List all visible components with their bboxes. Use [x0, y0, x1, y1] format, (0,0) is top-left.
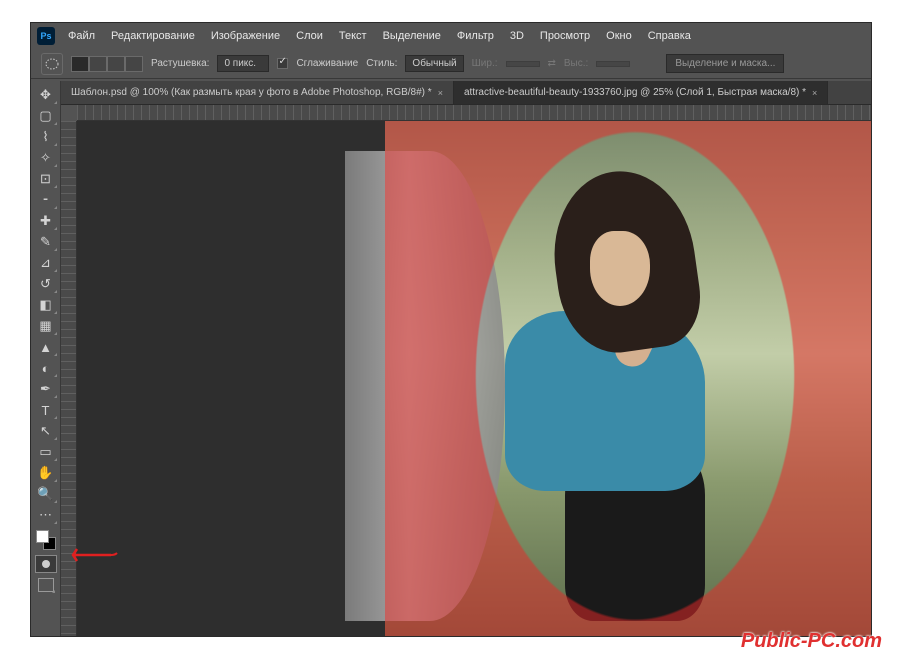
ps-logo: Ps	[37, 27, 55, 45]
style-dropdown[interactable]: Обычный	[405, 55, 463, 72]
antialias-label: Сглаживание	[296, 58, 358, 69]
crop-tool[interactable]: ⊡	[34, 169, 58, 189]
menu-view[interactable]: Просмотр	[533, 27, 597, 45]
menu-file[interactable]: Файл	[61, 27, 102, 45]
tab-label: Шаблон.psd @ 100% (Как размыть края у фо…	[71, 87, 432, 98]
quick-mask-overlay	[385, 121, 871, 636]
menu-layer[interactable]: Слои	[289, 27, 330, 45]
ruler-vertical[interactable]	[61, 121, 77, 636]
quick-mask-toggle[interactable]	[35, 555, 57, 573]
select-and-mask-button[interactable]: Выделение и маска...	[666, 54, 784, 73]
menu-3d[interactable]: 3D	[503, 27, 531, 45]
path-select-tool[interactable]: ↖	[34, 421, 58, 441]
brush-tool[interactable]: ✎	[34, 232, 58, 252]
edit-toolbar-tool[interactable]: ⋯	[34, 505, 58, 525]
blur-tool[interactable]: ▲	[34, 337, 58, 357]
move-tool[interactable]: ✥	[34, 85, 58, 105]
marquee-tool[interactable]: ▢	[34, 106, 58, 126]
lasso-tool[interactable]: ⌇	[34, 127, 58, 147]
watermark: Public-PC.com	[741, 630, 882, 653]
menu-edit[interactable]: Редактирование	[104, 27, 202, 45]
menu-type[interactable]: Текст	[332, 27, 374, 45]
height-label: Выс.:	[564, 58, 588, 69]
close-icon[interactable]: ×	[812, 88, 817, 98]
menu-filter[interactable]: Фильтр	[450, 27, 501, 45]
history-brush-tool[interactable]: ↺	[34, 274, 58, 294]
eyedropper-tool[interactable]: ⁃	[34, 190, 58, 210]
feather-input[interactable]: 0 пикс.	[217, 55, 269, 72]
selection-new[interactable]	[71, 56, 89, 72]
canvas-area[interactable]	[77, 121, 871, 636]
document[interactable]	[385, 121, 871, 636]
gradient-tool[interactable]: ▦	[34, 316, 58, 336]
menu-select[interactable]: Выделение	[376, 27, 448, 45]
menu-image[interactable]: Изображение	[204, 27, 287, 45]
selection-mode-buttons[interactable]	[71, 56, 143, 72]
eraser-tool[interactable]: ◧	[34, 295, 58, 315]
menu-help[interactable]: Справка	[641, 27, 698, 45]
magic-wand-tool[interactable]: ✧	[34, 148, 58, 168]
ruler-horizontal[interactable]	[77, 105, 871, 121]
screen-mode-button[interactable]	[38, 578, 54, 592]
color-swatch[interactable]	[36, 530, 56, 550]
document-tabs: Шаблон.psd @ 100% (Как размыть края у фо…	[61, 81, 871, 105]
close-icon[interactable]: ×	[438, 88, 443, 98]
foreground-color[interactable]	[36, 530, 49, 543]
height-input	[596, 61, 630, 67]
options-bar: Растушевка: 0 пикс. Сглаживание Стиль: О…	[31, 49, 871, 79]
width-input	[506, 61, 540, 67]
hand-tool[interactable]: ✋	[34, 463, 58, 483]
pen-tool[interactable]: ✒	[34, 379, 58, 399]
tools-panel: ✥▢⌇✧⊡⁃✚✎⊿↺◧▦▲◐✒T↖▭✋🔍⋯	[31, 81, 61, 636]
current-tool-icon[interactable]	[41, 53, 63, 75]
tab-document-1[interactable]: Шаблон.psd @ 100% (Как размыть края у фо…	[61, 81, 454, 104]
selection-subtract[interactable]	[107, 56, 125, 72]
style-label: Стиль:	[366, 58, 397, 69]
dodge-tool[interactable]: ◐	[34, 358, 58, 378]
selection-add[interactable]	[89, 56, 107, 72]
type-tool[interactable]: T	[34, 400, 58, 420]
stamp-tool[interactable]: ⊿	[34, 253, 58, 273]
menu-bar: Файл Редактирование Изображение Слои Тек…	[61, 25, 698, 47]
app-window: Ps Файл Редактирование Изображение Слои …	[30, 22, 872, 637]
tab-document-2[interactable]: attractive-beautiful-beauty-1933760.jpg …	[454, 81, 828, 104]
feather-label: Растушевка:	[151, 58, 209, 69]
width-label: Шир.:	[472, 58, 498, 69]
zoom-tool[interactable]: 🔍	[34, 484, 58, 504]
menu-window[interactable]: Окно	[599, 27, 639, 45]
rectangle-tool[interactable]: ▭	[34, 442, 58, 462]
healing-tool[interactable]: ✚	[34, 211, 58, 231]
antialias-checkbox[interactable]	[277, 58, 288, 69]
selection-intersect[interactable]	[125, 56, 143, 72]
tab-label: attractive-beautiful-beauty-1933760.jpg …	[464, 87, 806, 98]
